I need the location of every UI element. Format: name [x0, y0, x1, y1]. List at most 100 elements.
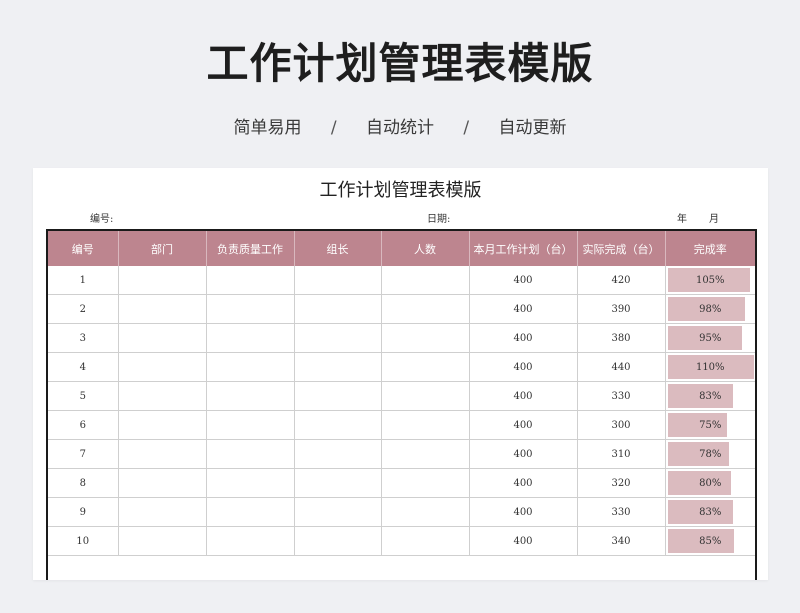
- column-header-quality: 负责质量工作: [206, 231, 295, 266]
- cell-dept[interactable]: [118, 266, 207, 295]
- cell-plan[interactable]: 400: [469, 352, 578, 382]
- cell-plan[interactable]: 400: [469, 410, 578, 440]
- rate-label: 110%: [695, 361, 725, 373]
- cell-leader[interactable]: [294, 526, 382, 556]
- cell-no[interactable]: 7: [48, 439, 119, 469]
- cell-actual[interactable]: 330: [577, 497, 666, 527]
- cell-no[interactable]: 5: [48, 381, 119, 411]
- cell-rate[interactable]: 95%: [665, 323, 755, 353]
- column-header-rate: 完成率: [665, 231, 755, 266]
- cell-plan[interactable]: 400: [469, 497, 578, 527]
- cell-rate[interactable]: 110%: [665, 352, 755, 382]
- cell-rate[interactable]: 83%: [665, 497, 755, 527]
- cell-quality[interactable]: [206, 294, 295, 324]
- cell-rate[interactable]: 85%: [665, 526, 755, 556]
- column-header-leader: 组长: [294, 231, 382, 266]
- cell-dept[interactable]: [118, 410, 207, 440]
- id-label: 编号:: [90, 214, 114, 225]
- cell-quality[interactable]: [206, 526, 295, 556]
- cell-plan[interactable]: 400: [469, 294, 578, 324]
- cell-people[interactable]: [381, 323, 470, 353]
- cell-leader[interactable]: [294, 497, 382, 527]
- column-header-plan: 本月工作计划（台）: [469, 231, 578, 266]
- cell-plan[interactable]: 400: [469, 468, 578, 498]
- cell-quality[interactable]: [206, 468, 295, 498]
- column-header-dept: 部门: [118, 231, 207, 266]
- cell-actual[interactable]: 300: [577, 410, 666, 440]
- rate-label: 78%: [699, 448, 722, 460]
- cell-plan[interactable]: 400: [469, 526, 578, 556]
- cell-dept[interactable]: [118, 352, 207, 382]
- feature-tag: 自动统计: [366, 118, 434, 138]
- cell-no[interactable]: 3: [48, 323, 119, 353]
- cell-quality[interactable]: [206, 352, 295, 382]
- cell-leader[interactable]: [294, 323, 382, 353]
- spreadsheet-preview: 工作计划管理表模版 编号: 日期: 年月 编号 部门 负责质量工作 组长 人数 …: [33, 168, 768, 580]
- table-row: 6 400 300 75%: [48, 410, 755, 440]
- cell-quality[interactable]: [206, 323, 295, 353]
- cell-actual[interactable]: 420: [577, 266, 666, 295]
- cell-dept[interactable]: [118, 497, 207, 527]
- cell-no[interactable]: 6: [48, 410, 119, 440]
- cell-people[interactable]: [381, 439, 470, 469]
- cell-plan[interactable]: 400: [469, 323, 578, 353]
- cell-leader[interactable]: [294, 410, 382, 440]
- tag-separator: /: [330, 118, 337, 138]
- cell-no[interactable]: 8: [48, 468, 119, 498]
- cell-rate[interactable]: 98%: [665, 294, 755, 324]
- cell-leader[interactable]: [294, 381, 382, 411]
- cell-rate[interactable]: 78%: [665, 439, 755, 469]
- cell-quality[interactable]: [206, 439, 295, 469]
- cell-dept[interactable]: [118, 526, 207, 556]
- cell-actual[interactable]: 380: [577, 323, 666, 353]
- cell-dept[interactable]: [118, 439, 207, 469]
- cell-people[interactable]: [381, 497, 470, 527]
- feature-tag: 自动更新: [498, 118, 567, 138]
- cell-no[interactable]: 1: [48, 266, 119, 295]
- cell-quality[interactable]: [206, 381, 295, 411]
- table-row: 5 400 330 83%: [48, 381, 755, 411]
- cell-plan[interactable]: 400: [469, 381, 578, 411]
- cell-no[interactable]: 10: [48, 526, 119, 556]
- cell-actual[interactable]: 310: [577, 439, 666, 469]
- cell-plan[interactable]: 400: [469, 439, 578, 469]
- cell-people[interactable]: [381, 352, 470, 382]
- cell-leader[interactable]: [294, 294, 382, 324]
- cell-leader[interactable]: [294, 352, 382, 382]
- cell-actual[interactable]: 320: [577, 468, 666, 498]
- cell-actual[interactable]: 340: [577, 526, 666, 556]
- cell-leader[interactable]: [294, 439, 382, 469]
- cell-no[interactable]: 4: [48, 352, 119, 382]
- cell-dept[interactable]: [118, 468, 207, 498]
- year-label: 年: [677, 214, 687, 225]
- column-header-no: 编号: [48, 231, 119, 266]
- table-row: 7 400 310 78%: [48, 439, 755, 469]
- cell-people[interactable]: [381, 468, 470, 498]
- cell-people[interactable]: [381, 381, 470, 411]
- cell-dept[interactable]: [118, 323, 207, 353]
- cell-quality[interactable]: [206, 266, 295, 295]
- cell-people[interactable]: [381, 266, 470, 295]
- cell-actual[interactable]: 440: [577, 352, 666, 382]
- cell-plan[interactable]: 400: [469, 266, 578, 295]
- cell-no[interactable]: 2: [48, 294, 119, 324]
- cell-rate[interactable]: 75%: [665, 410, 755, 440]
- cell-no[interactable]: 9: [48, 497, 119, 527]
- rate-label: 83%: [699, 506, 722, 518]
- cell-leader[interactable]: [294, 266, 382, 295]
- date-label: 日期:: [427, 214, 451, 225]
- cell-rate[interactable]: 83%: [665, 381, 755, 411]
- cell-leader[interactable]: [294, 468, 382, 498]
- cell-quality[interactable]: [206, 497, 295, 527]
- cell-rate[interactable]: 80%: [665, 468, 755, 498]
- cell-actual[interactable]: 390: [577, 294, 666, 324]
- cell-people[interactable]: [381, 526, 470, 556]
- cell-dept[interactable]: [118, 381, 207, 411]
- cell-quality[interactable]: [206, 410, 295, 440]
- cell-dept[interactable]: [118, 294, 207, 324]
- cell-people[interactable]: [381, 294, 470, 324]
- table-row: 8 400 320 80%: [48, 468, 755, 498]
- cell-people[interactable]: [381, 410, 470, 440]
- cell-actual[interactable]: 330: [577, 381, 666, 411]
- cell-rate[interactable]: 105%: [665, 266, 755, 295]
